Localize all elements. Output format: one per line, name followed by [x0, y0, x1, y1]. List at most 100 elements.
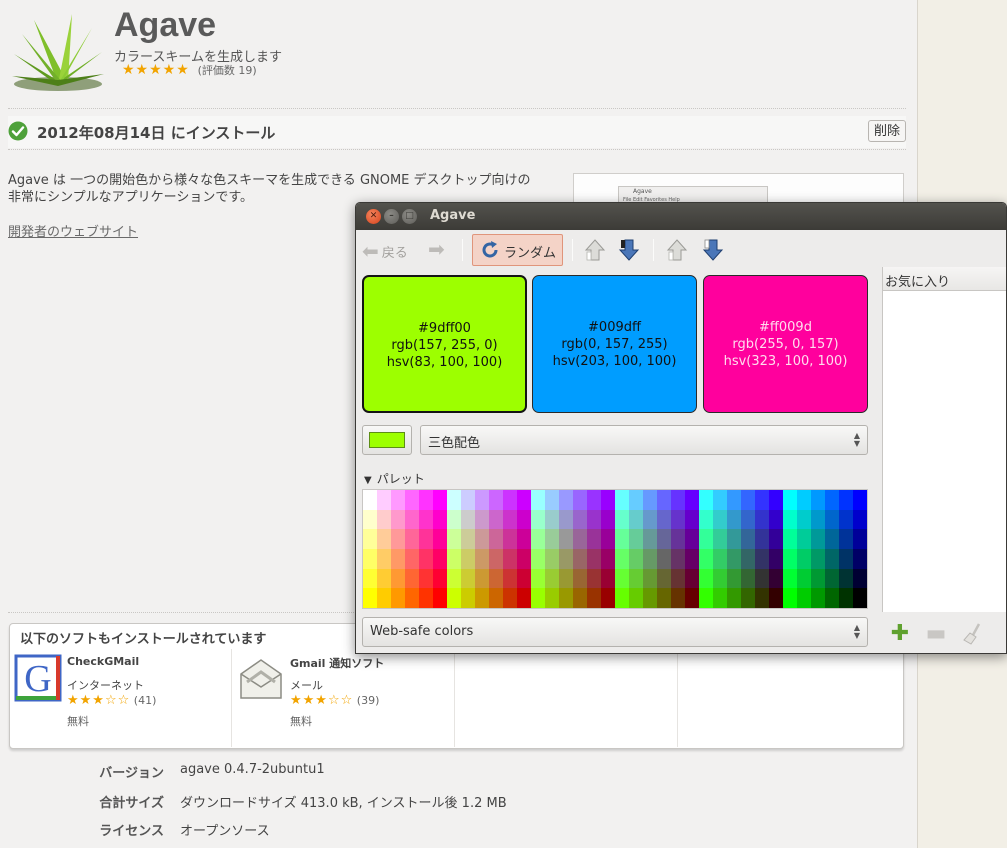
palette-swatch[interactable]: [699, 490, 713, 510]
color-swatch[interactable]: #009dff rgb(0, 157, 255) hsv(203, 100, 1…: [532, 275, 697, 413]
palette-swatch[interactable]: [433, 548, 447, 569]
color-swatch[interactable]: #ff009d rgb(255, 0, 157) hsv(323, 100, 1…: [703, 275, 868, 413]
palette-swatch[interactable]: [447, 568, 461, 589]
close-icon[interactable]: ✕: [366, 209, 381, 224]
palette-swatch[interactable]: [545, 548, 559, 569]
palette-swatch[interactable]: [531, 588, 545, 608]
palette-swatch[interactable]: [377, 548, 391, 569]
also-installed-item[interactable]: Gmail 通知ソフト メール ★★★☆☆ (39) 無料: [233, 649, 455, 747]
palette-swatch[interactable]: [363, 490, 377, 510]
palette-swatch[interactable]: [839, 529, 853, 549]
palette-swatch[interactable]: [629, 588, 643, 608]
palette-swatch[interactable]: [741, 548, 755, 569]
palette-swatch[interactable]: [447, 490, 461, 510]
palette-swatch[interactable]: [587, 588, 601, 608]
palette-swatch[interactable]: [727, 529, 741, 549]
palette-swatch[interactable]: [419, 568, 433, 589]
palette-swatch[interactable]: [741, 529, 755, 549]
palette-swatch[interactable]: [531, 568, 545, 589]
palette-swatch[interactable]: [391, 548, 405, 569]
palette-expander[interactable]: ▼ パレット: [364, 470, 425, 487]
palette-swatch[interactable]: [587, 548, 601, 569]
palette-swatch[interactable]: [419, 490, 433, 510]
palette-swatch[interactable]: [811, 490, 825, 510]
palette-swatch[interactable]: [419, 588, 433, 608]
palette-swatch[interactable]: [615, 509, 629, 530]
palette-swatch[interactable]: [643, 568, 657, 589]
palette-swatch[interactable]: [517, 568, 531, 589]
palette-swatch[interactable]: [671, 509, 685, 530]
palette-swatch[interactable]: [769, 548, 783, 569]
palette-swatch[interactable]: [727, 568, 741, 589]
palette-swatch[interactable]: [783, 509, 797, 530]
palette-swatch[interactable]: [489, 509, 503, 530]
palette-swatch[interactable]: [405, 529, 419, 549]
palette-swatch[interactable]: [671, 490, 685, 510]
palette-swatch[interactable]: [643, 588, 657, 608]
palette-swatch[interactable]: [825, 490, 839, 510]
palette-swatch[interactable]: [797, 529, 811, 549]
palette-swatch[interactable]: [363, 529, 377, 549]
palette-swatch[interactable]: [503, 490, 517, 510]
palette-swatch[interactable]: [531, 490, 545, 510]
palette-swatch[interactable]: [559, 588, 573, 608]
palette-swatch[interactable]: [573, 568, 587, 589]
palette-swatch[interactable]: [531, 529, 545, 549]
palette-swatch[interactable]: [405, 568, 419, 589]
palette-swatch[interactable]: [461, 529, 475, 549]
palette-swatch[interactable]: [405, 588, 419, 608]
palette-swatch[interactable]: [811, 548, 825, 569]
saturate-up-arrow-icon[interactable]: [666, 238, 688, 262]
palette-swatch[interactable]: [405, 509, 419, 530]
desaturate-down-arrow-icon[interactable]: [702, 238, 724, 262]
minimize-icon[interactable]: –: [384, 209, 399, 224]
palette-swatch[interactable]: [755, 529, 769, 549]
palette-swatch[interactable]: [825, 568, 839, 589]
palette-swatch[interactable]: [573, 588, 587, 608]
palette-swatch[interactable]: [377, 568, 391, 589]
palette-swatch[interactable]: [475, 529, 489, 549]
palette-swatch[interactable]: [475, 490, 489, 510]
palette-swatch[interactable]: [517, 588, 531, 608]
palette-swatch[interactable]: [391, 568, 405, 589]
palette-swatch[interactable]: [503, 509, 517, 530]
back-button[interactable]: ⬅ 戻る: [362, 239, 408, 263]
palette-swatch[interactable]: [573, 529, 587, 549]
palette-swatch[interactable]: [769, 490, 783, 510]
palette-swatch[interactable]: [601, 588, 615, 608]
palette-swatch[interactable]: [559, 568, 573, 589]
palette-swatch[interactable]: [853, 509, 867, 530]
palette-swatch[interactable]: [363, 509, 377, 530]
palette-swatch[interactable]: [573, 490, 587, 510]
palette-swatch[interactable]: [685, 568, 699, 589]
palette-swatch[interactable]: [377, 588, 391, 608]
palette-swatch[interactable]: [713, 529, 727, 549]
palette-swatch[interactable]: [853, 568, 867, 589]
palette-select[interactable]: Web-safe colors ▲ ▼: [362, 617, 868, 647]
palette-swatch[interactable]: [657, 509, 671, 530]
palette-swatch[interactable]: [475, 568, 489, 589]
palette-swatch[interactable]: [713, 588, 727, 608]
palette-swatch[interactable]: [391, 529, 405, 549]
window-titlebar[interactable]: ✕ – □ Agave: [356, 203, 1006, 230]
palette-swatch[interactable]: [769, 588, 783, 608]
palette-swatch[interactable]: [419, 548, 433, 569]
palette-swatch[interactable]: [601, 568, 615, 589]
minus-icon[interactable]: ▬: [925, 623, 947, 645]
palette-swatch[interactable]: [377, 490, 391, 510]
palette-swatch[interactable]: [461, 568, 475, 589]
palette-swatch[interactable]: [629, 509, 643, 530]
favorites-list[interactable]: お気に入り: [882, 267, 1006, 612]
palette-swatch[interactable]: [447, 529, 461, 549]
palette-swatch[interactable]: [783, 548, 797, 569]
palette-swatch[interactable]: [741, 588, 755, 608]
palette-swatch[interactable]: [643, 529, 657, 549]
palette-swatch[interactable]: [657, 588, 671, 608]
palette-swatch[interactable]: [447, 588, 461, 608]
also-installed-item[interactable]: G CheckGMail インターネット ★★★☆☆ (41) 無料: [10, 649, 232, 747]
palette-swatch[interactable]: [559, 548, 573, 569]
palette-swatch[interactable]: [755, 490, 769, 510]
palette-swatch[interactable]: [573, 548, 587, 569]
palette-swatch[interactable]: [587, 490, 601, 510]
palette-swatch[interactable]: [629, 490, 643, 510]
